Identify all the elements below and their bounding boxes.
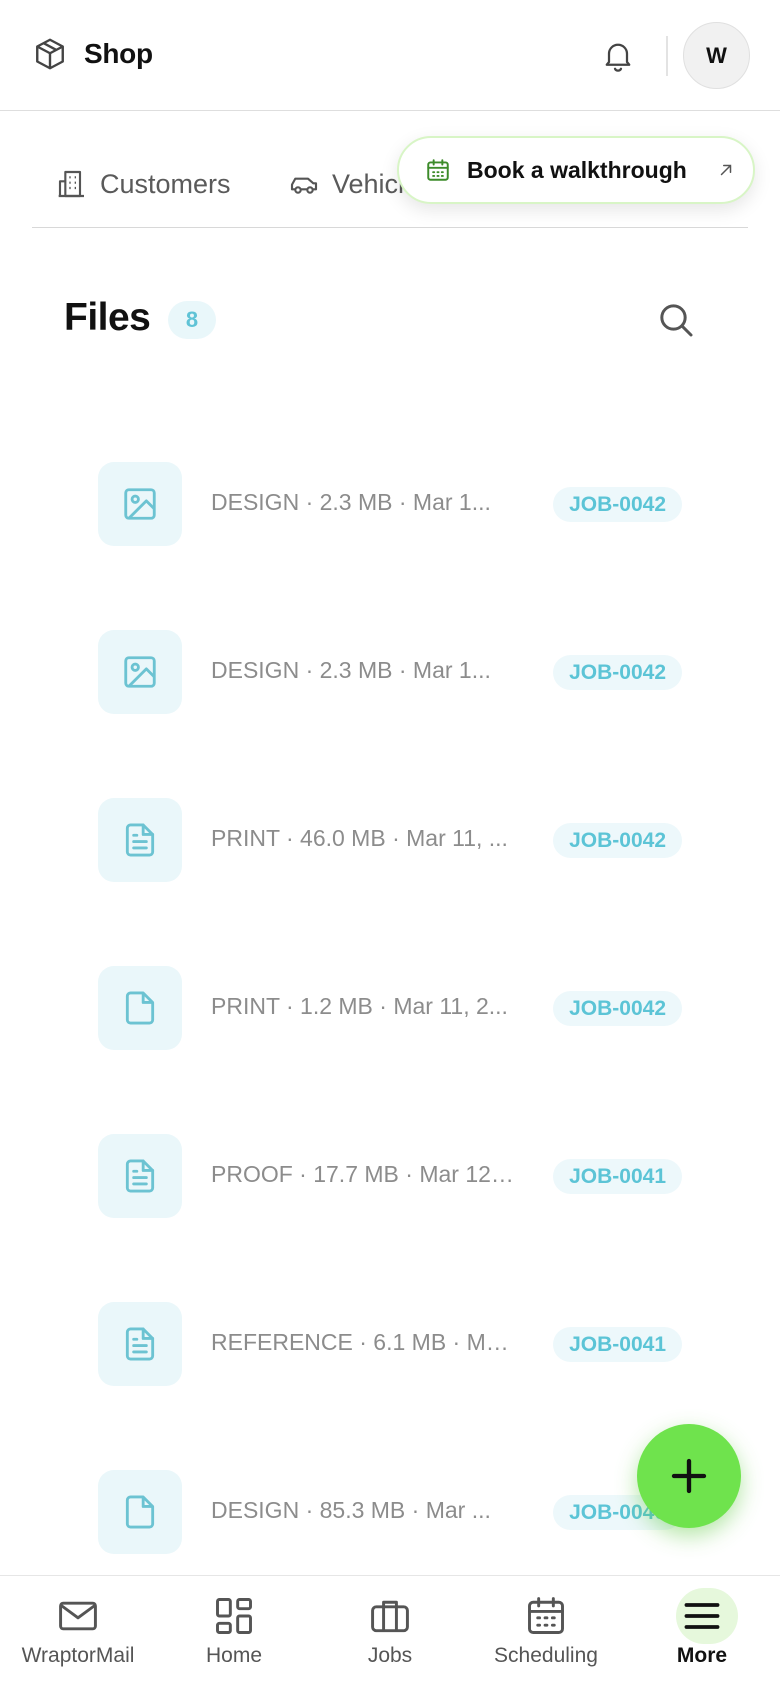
nav-label: Jobs xyxy=(367,1644,413,1667)
file-row[interactable]: DESIGN · 2.3 MB · Mar 1... JOB-0042 xyxy=(98,462,688,546)
file-meta: DESIGN · 2.3 MB · Mar 1... xyxy=(211,489,491,515)
file-meta: PRINT · 1.2 MB · Mar 11, 2... xyxy=(211,993,508,1019)
header-divider xyxy=(666,36,668,76)
tab-label: Customers xyxy=(100,168,231,199)
document-text-icon xyxy=(125,1159,155,1193)
brand-name: Shop xyxy=(84,38,153,69)
mail-icon xyxy=(59,1601,97,1631)
file-thumbnail xyxy=(98,1470,182,1554)
job-badge[interactable]: JOB-0042 xyxy=(553,487,682,522)
add-file-button[interactable] xyxy=(637,1424,741,1528)
document-text-icon xyxy=(125,823,155,857)
nav-item-home[interactable]: Home xyxy=(156,1594,312,1668)
file-icon xyxy=(125,1495,155,1529)
book-walkthrough-button[interactable]: Book a walkthrough xyxy=(397,136,755,204)
plus-icon xyxy=(671,1458,707,1494)
search-icon[interactable] xyxy=(656,300,696,340)
nav-label: Scheduling xyxy=(494,1644,598,1667)
file-meta: DESIGN · 2.3 MB · Mar 1... xyxy=(211,657,491,683)
external-arrow-icon xyxy=(720,164,732,176)
file-icon xyxy=(125,991,155,1025)
file-row[interactable]: PRINT · 1.2 MB · Mar 11, 2... JOB-0042 xyxy=(98,966,688,1050)
file-row[interactable]: PROOF · 17.7 MB · Mar 12, ... JOB-0041 xyxy=(98,1134,688,1218)
image-icon xyxy=(124,656,156,688)
job-badge[interactable]: JOB-0041 xyxy=(553,1159,682,1194)
file-row[interactable]: REFERENCE · 6.1 MB · Ma... JOB-0041 xyxy=(98,1302,688,1386)
nav-item-wraptormail[interactable]: WraptorMail xyxy=(0,1594,156,1668)
job-badge[interactable]: JOB-0042 xyxy=(553,991,682,1026)
file-thumbnail xyxy=(98,462,182,546)
file-thumbnail xyxy=(98,966,182,1050)
file-thumbnail xyxy=(98,798,182,882)
nav-item-jobs[interactable]: Jobs xyxy=(312,1594,468,1668)
briefcase-icon xyxy=(371,1600,409,1633)
file-row[interactable]: DESIGN · 2.3 MB · Mar 1... JOB-0042 xyxy=(98,630,688,714)
file-thumbnail xyxy=(98,1302,182,1386)
job-badge[interactable]: JOB-0042 xyxy=(553,655,682,690)
bell-icon[interactable] xyxy=(600,36,636,76)
tab-customers[interactable]: Customers xyxy=(56,168,231,200)
building-icon xyxy=(58,170,84,198)
grid-icon xyxy=(216,1598,252,1634)
files-count-badge: 8 xyxy=(168,301,216,339)
file-meta: PRINT · 46.0 MB · Mar 11, ... xyxy=(211,825,508,851)
file-thumbnail xyxy=(98,1134,182,1218)
menu-icon xyxy=(684,1603,720,1629)
file-row[interactable]: DESIGN · 85.3 MB · Mar ... JOB-0040 xyxy=(98,1470,688,1554)
brand[interactable]: Shop xyxy=(32,36,153,72)
job-badge[interactable]: JOB-0042 xyxy=(553,823,682,858)
car-icon xyxy=(290,177,318,194)
file-row[interactable]: PRINT · 46.0 MB · Mar 11, ... JOB-0042 xyxy=(98,798,688,882)
walkthrough-label: Book a walkthrough xyxy=(467,156,687,183)
nav-label: More xyxy=(676,1644,728,1667)
nav-label: Home xyxy=(205,1644,263,1667)
calendar-icon xyxy=(528,1597,564,1634)
image-icon xyxy=(124,488,156,520)
nav-label: WraptorMail xyxy=(21,1644,135,1667)
avatar[interactable]: W xyxy=(683,22,750,89)
document-text-icon xyxy=(125,1327,155,1361)
file-meta: PROOF · 17.7 MB · Mar 12, ... xyxy=(211,1161,516,1187)
job-badge[interactable]: JOB-0041 xyxy=(553,1327,682,1362)
app-header: Shop W xyxy=(0,0,780,111)
page-title: Files xyxy=(64,296,151,339)
calendar-icon xyxy=(427,159,449,181)
nav-item-scheduling[interactable]: Scheduling xyxy=(468,1594,624,1668)
bottom-nav: WraptorMail Home Jobs Scheduling More xyxy=(0,1575,780,1688)
file-meta: DESIGN · 85.3 MB · Mar ... xyxy=(211,1497,491,1523)
nav-item-more[interactable]: More xyxy=(624,1588,780,1668)
package-icon xyxy=(36,38,64,70)
file-thumbnail xyxy=(98,630,182,714)
file-meta: REFERENCE · 6.1 MB · Ma... xyxy=(211,1329,516,1355)
